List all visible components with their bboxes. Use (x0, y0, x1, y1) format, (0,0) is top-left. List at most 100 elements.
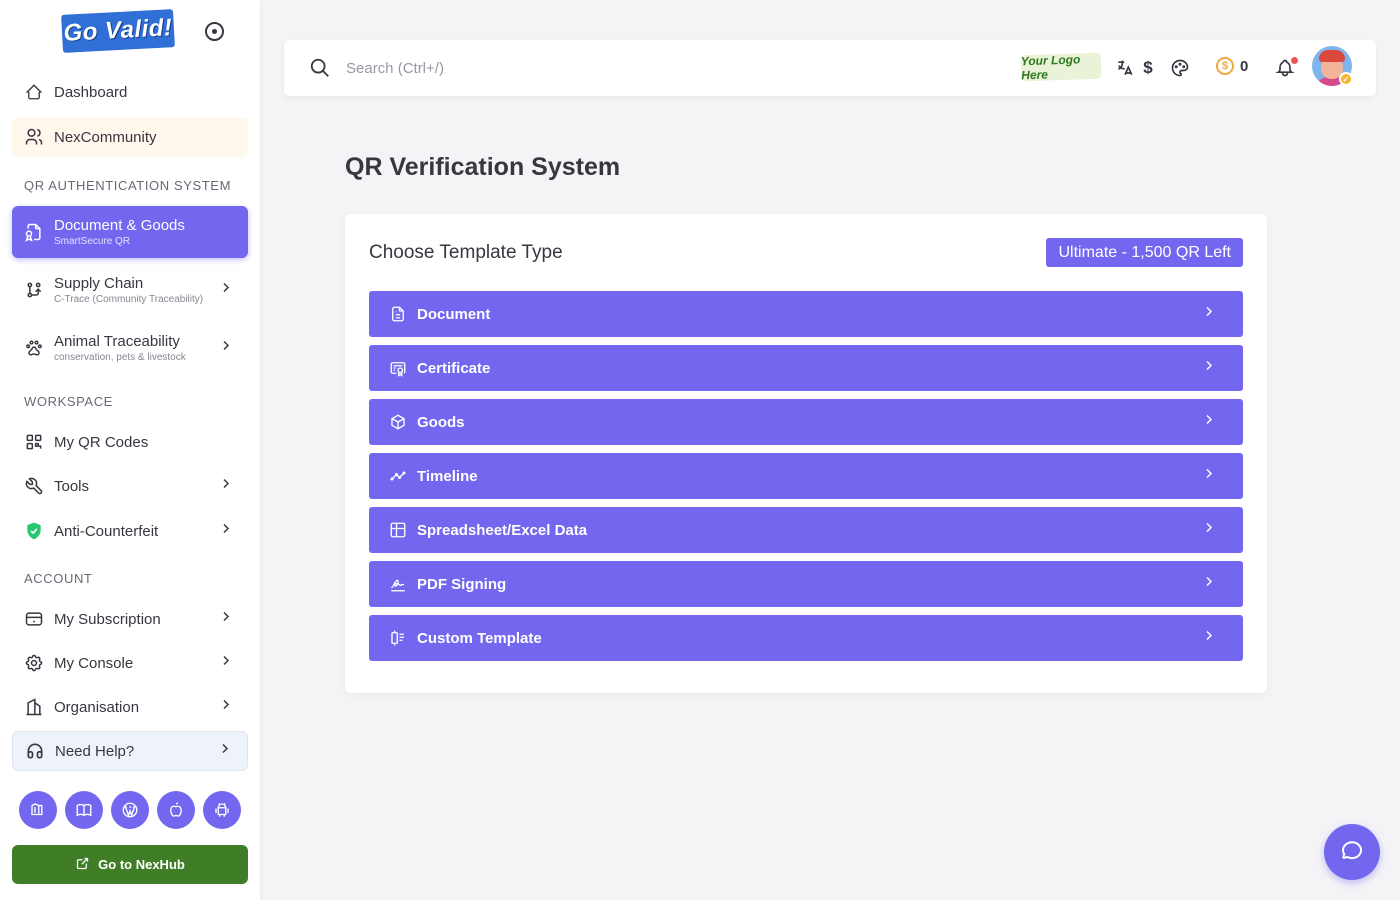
template-timeline-button[interactable]: Timeline (369, 453, 1243, 499)
brand-logo[interactable]: Go Valid! (61, 9, 175, 53)
chevron-right-icon (1201, 574, 1217, 595)
sidebar-item-tools[interactable]: Tools (12, 466, 248, 506)
template-goods-button[interactable]: Goods (369, 399, 1243, 445)
section-label-account: ACCOUNT (24, 571, 93, 586)
sidebar-item-my-subscription[interactable]: My Subscription (12, 599, 248, 639)
sidebar-item-anti-counterfeit[interactable]: Anti-Counterfeit (12, 511, 248, 551)
sidebar-item-document-goods[interactable]: Document & Goods SmartSecure QR (12, 206, 248, 258)
chat-support-button[interactable] (1324, 824, 1380, 880)
git-branch-icon (24, 280, 44, 300)
office-icon[interactable] (19, 791, 57, 829)
template-label: Certificate (417, 359, 491, 377)
topbar: Your Logo Here $ $ 0 ✓ (284, 40, 1376, 96)
chevron-right-icon (1201, 628, 1217, 649)
search-icon[interactable] (309, 57, 331, 84)
bell-icon[interactable] (1273, 56, 1298, 80)
sidebar-item-sublabel: conservation, pets & livestock (54, 352, 186, 363)
sidebar: Go Valid! Dashboard NexCommunity QR AUTH… (0, 0, 260, 900)
settings-icon (24, 653, 44, 673)
shield-check-icon (24, 521, 44, 541)
chevron-right-icon (218, 476, 234, 497)
template-label: Goods (417, 413, 465, 431)
timeline-icon (389, 467, 407, 485)
currency-selector[interactable]: $ (1136, 56, 1160, 80)
sidebar-item-need-help[interactable]: Need Help? (12, 731, 248, 771)
template-label: Spreadsheet/Excel Data (417, 521, 588, 539)
template-label: Custom Template (417, 629, 542, 647)
sidebar-item-label: Dashboard (54, 83, 128, 101)
sidebar-item-my-console[interactable]: My Console (12, 643, 248, 683)
sidebar-item-my-qr-codes[interactable]: My QR Codes (12, 422, 248, 462)
template-custom-button[interactable]: Custom Template (369, 615, 1243, 661)
sidebar-item-label: My Console (54, 654, 134, 672)
file-certificate-icon (24, 222, 44, 242)
sidebar-item-label: Supply Chain (54, 275, 144, 292)
company-logo-placeholder[interactable]: Your Logo Here (1021, 52, 1102, 82)
plan-badge: Ultimate - 1,500 QR Left (1046, 238, 1243, 267)
sidebar-item-animal-traceability[interactable]: Animal Traceability conservation, pets &… (12, 322, 248, 374)
sidebar-item-label: Tools (54, 477, 90, 495)
template-certificate-button[interactable]: Certificate (369, 345, 1243, 391)
go-to-nexhub-button[interactable]: Go to NexHub (12, 845, 248, 884)
credit-card-icon (24, 609, 44, 629)
sidebar-item-nexcommunity[interactable]: NexCommunity (12, 117, 248, 157)
book-icon[interactable] (65, 791, 103, 829)
template-pdf-signing-button[interactable]: PDF Signing (369, 561, 1243, 607)
template-spreadsheet-button[interactable]: Spreadsheet/Excel Data (369, 507, 1243, 553)
box-icon (389, 413, 407, 431)
sidebar-item-sublabel: SmartSecure QR (54, 236, 131, 247)
chevron-right-icon (218, 609, 234, 630)
notification-dot (1291, 57, 1298, 64)
translate-icon[interactable] (1113, 56, 1137, 80)
external-link-icon (75, 856, 90, 874)
home-icon (24, 82, 44, 102)
android-icon[interactable] (203, 791, 241, 829)
sidebar-item-label: Organisation (54, 698, 140, 716)
wrench-icon (24, 476, 44, 496)
sidebar-item-label: Need Help? (55, 742, 135, 760)
template-label: PDF Signing (417, 575, 507, 593)
sidebar-item-label: My Subscription (54, 610, 161, 628)
sidebar-item-label: NexCommunity (54, 128, 157, 146)
sidebar-item-label: Document & Goods (54, 217, 185, 234)
wordpress-icon[interactable] (111, 791, 149, 829)
chevron-right-icon (1201, 304, 1217, 325)
chevron-right-icon (218, 338, 234, 359)
palette-icon[interactable] (1168, 56, 1192, 80)
sidebar-item-supply-chain[interactable]: Supply Chain C-Trace (Community Traceabi… (12, 264, 248, 316)
logo-row: Go Valid! (0, 0, 260, 64)
template-document-button[interactable]: Document (369, 291, 1243, 337)
chevron-right-icon (1201, 412, 1217, 433)
chevron-right-icon (218, 280, 234, 301)
sidebar-item-label: Anti-Counterfeit (54, 522, 159, 540)
sidebar-item-organisation[interactable]: Organisation (12, 687, 248, 727)
chevron-right-icon (1201, 520, 1217, 541)
headphones-icon (25, 741, 45, 761)
section-label-workspace: WORKSPACE (24, 394, 113, 409)
file-text-icon (389, 305, 407, 323)
page-title: QR Verification System (345, 153, 621, 181)
template-icon (389, 629, 407, 647)
template-label: Document (417, 305, 491, 323)
qrcode-icon (24, 432, 44, 452)
certificate-icon (389, 359, 407, 377)
card-title: Choose Template Type (369, 242, 563, 263)
verified-badge-icon: ✓ (1339, 72, 1353, 86)
template-card: Choose Template Type Ultimate - 1,500 QR… (345, 214, 1267, 693)
signature-icon (389, 575, 407, 593)
search-input[interactable] (346, 54, 846, 82)
credits-counter[interactable]: $ 0 (1216, 57, 1248, 75)
template-label: Timeline (417, 467, 478, 485)
sidebar-item-dashboard[interactable]: Dashboard (12, 72, 248, 112)
sidebar-item-label: Animal Traceability (54, 333, 180, 350)
paw-icon (24, 338, 44, 358)
sidebar-item-sublabel: C-Trace (Community Traceability) (54, 294, 204, 305)
apple-icon[interactable] (157, 791, 195, 829)
go-to-nexhub-label: Go to NexHub (98, 857, 185, 872)
chat-icon (1340, 838, 1364, 867)
chevron-right-icon (218, 521, 234, 542)
table-icon (389, 521, 407, 539)
coin-icon: $ (1216, 57, 1234, 75)
chevron-right-icon (218, 653, 234, 674)
sidebar-collapse-toggle-icon[interactable] (205, 22, 224, 41)
